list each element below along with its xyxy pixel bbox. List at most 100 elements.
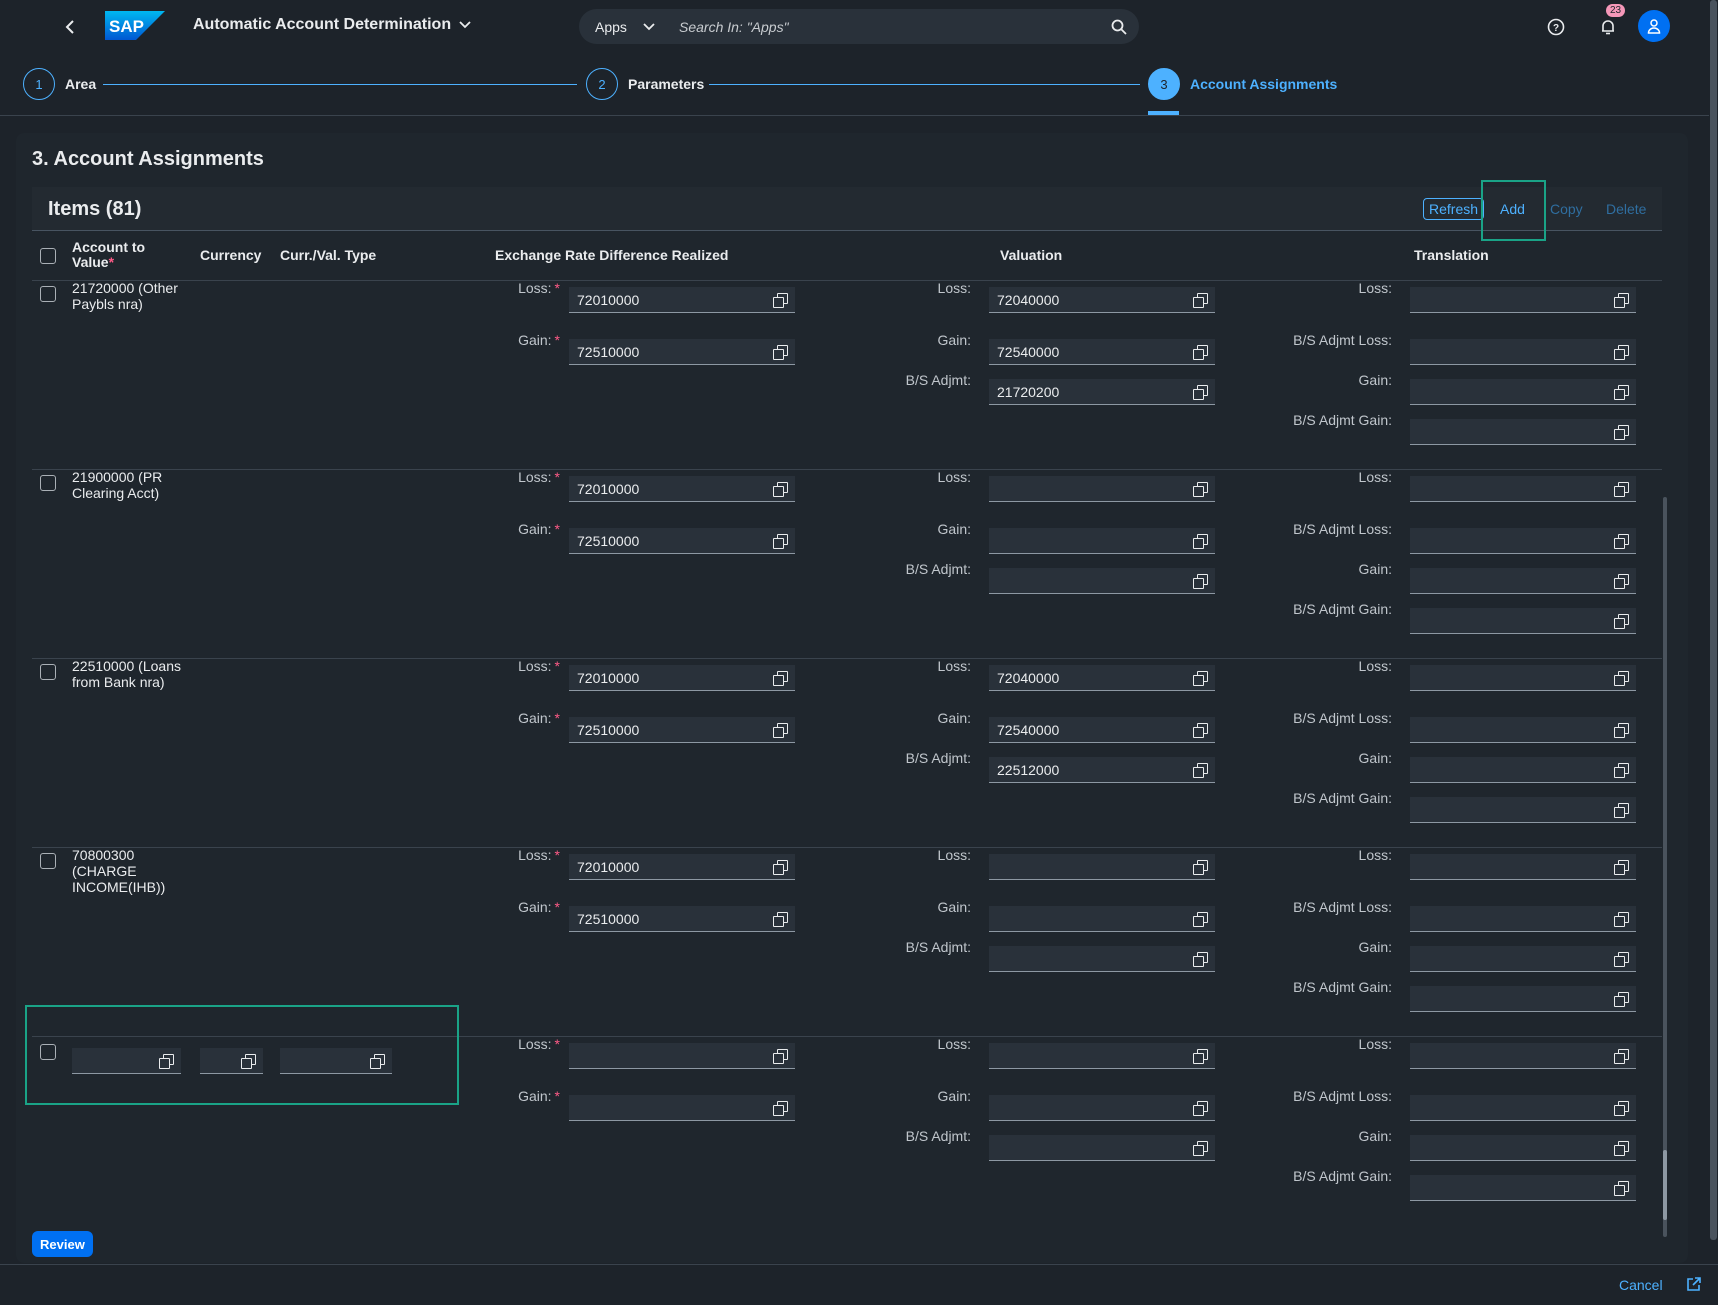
value-help-icon[interactable]	[1614, 1048, 1629, 1064]
erd-loss-input[interactable]: 72010000	[569, 665, 795, 691]
valuation-gain-input[interactable]: 72540000	[989, 717, 1215, 743]
translation-loss-input[interactable]	[1410, 287, 1636, 313]
value-help-icon[interactable]	[1614, 1100, 1629, 1116]
value-help-icon[interactable]	[1614, 670, 1629, 686]
page-scrollbar-thumb[interactable]	[1710, 0, 1717, 1240]
review-button[interactable]: Review	[32, 1231, 93, 1257]
search-input[interactable]: Search In: "Apps"	[679, 19, 1099, 35]
value-help-icon[interactable]	[1193, 762, 1208, 778]
valuation-loss-input[interactable]: 72040000	[989, 665, 1215, 691]
value-help-icon[interactable]	[1193, 1140, 1208, 1156]
erd-loss-input[interactable]	[569, 1043, 795, 1069]
value-help-icon[interactable]	[1193, 951, 1208, 967]
refresh-button[interactable]: Refresh	[1423, 198, 1485, 220]
value-help-icon[interactable]	[773, 481, 788, 497]
value-help-icon[interactable]	[773, 911, 788, 927]
translation-loss-input[interactable]	[1410, 1043, 1636, 1069]
column-header-translation[interactable]: Translation	[1414, 248, 1489, 263]
delete-button[interactable]: Delete	[1606, 198, 1646, 220]
search-button[interactable]	[1099, 19, 1139, 35]
value-help-icon[interactable]	[1193, 384, 1208, 400]
erd-gain-input[interactable]: 72510000	[569, 339, 795, 365]
value-help-icon[interactable]	[1614, 344, 1629, 360]
erd-gain-input[interactable]: 72510000	[569, 906, 795, 932]
wizard-step-area[interactable]: 1 Area	[23, 68, 96, 100]
translation-loss-input[interactable]	[1410, 665, 1636, 691]
value-help-icon[interactable]	[1614, 613, 1629, 629]
valuation-gain-input[interactable]	[989, 528, 1215, 554]
translation-gain-input[interactable]	[1410, 568, 1636, 594]
value-help-icon[interactable]	[773, 1100, 788, 1116]
value-help-icon[interactable]	[1614, 802, 1629, 818]
valuation-loss-input[interactable]	[989, 854, 1215, 880]
value-help-icon[interactable]	[773, 722, 788, 738]
row-checkbox[interactable]	[40, 853, 56, 869]
select-all-checkbox[interactable]	[40, 248, 56, 264]
value-help-icon[interactable]	[1614, 424, 1629, 440]
erd-loss-input[interactable]: 72010000	[569, 854, 795, 880]
help-button[interactable]: ?	[1543, 14, 1569, 40]
valuation-loss-input[interactable]	[989, 1043, 1215, 1069]
value-help-icon[interactable]	[773, 859, 788, 875]
value-help-icon[interactable]	[1614, 911, 1629, 927]
notifications-button[interactable]	[1595, 14, 1621, 40]
valuation-bs-adjmt-input[interactable]	[989, 946, 1215, 972]
value-help-icon[interactable]	[1193, 670, 1208, 686]
value-help-icon[interactable]	[773, 292, 788, 308]
value-help-icon[interactable]	[1614, 859, 1629, 875]
value-help-icon[interactable]	[1193, 344, 1208, 360]
valuation-bs-adjmt-input[interactable]	[989, 1135, 1215, 1161]
translation-bs-adjmt-gain-input[interactable]	[1410, 608, 1636, 634]
translation-bs-adjmt-loss-input[interactable]	[1410, 528, 1636, 554]
column-header-currency[interactable]: Currency	[200, 248, 261, 263]
value-help-icon[interactable]	[1193, 573, 1208, 589]
erd-gain-input[interactable]: 72510000	[569, 528, 795, 554]
value-help-icon[interactable]	[1193, 481, 1208, 497]
row-checkbox[interactable]	[40, 664, 56, 680]
valuation-loss-input[interactable]	[989, 476, 1215, 502]
wizard-step-parameters[interactable]: 2 Parameters	[586, 68, 704, 100]
back-button[interactable]	[58, 14, 84, 40]
value-help-icon[interactable]	[1614, 573, 1629, 589]
value-help-icon[interactable]	[1193, 722, 1208, 738]
column-header-erd[interactable]: Exchange Rate Difference Realized	[495, 248, 728, 263]
valuation-bs-adjmt-input[interactable]: 21720200	[989, 379, 1215, 405]
erd-gain-input[interactable]: 72510000	[569, 717, 795, 743]
translation-bs-adjmt-loss-input[interactable]	[1410, 339, 1636, 365]
value-help-icon[interactable]	[1193, 911, 1208, 927]
value-help-icon[interactable]	[1614, 1140, 1629, 1156]
valuation-gain-input[interactable]: 72540000	[989, 339, 1215, 365]
user-avatar[interactable]	[1638, 10, 1670, 42]
copy-button[interactable]: Copy	[1550, 198, 1583, 220]
value-help-icon[interactable]	[1614, 481, 1629, 497]
value-help-icon[interactable]	[773, 670, 788, 686]
value-help-icon[interactable]	[1614, 292, 1629, 308]
value-help-icon[interactable]	[1193, 292, 1208, 308]
value-help-icon[interactable]	[1614, 991, 1629, 1007]
erd-loss-input[interactable]: 72010000	[569, 287, 795, 313]
value-help-icon[interactable]	[1193, 859, 1208, 875]
open-external-button[interactable]	[1686, 1276, 1702, 1292]
translation-bs-adjmt-gain-input[interactable]	[1410, 419, 1636, 445]
value-help-icon[interactable]	[773, 344, 788, 360]
value-help-icon[interactable]	[1614, 722, 1629, 738]
erd-gain-input[interactable]	[569, 1095, 795, 1121]
translation-gain-input[interactable]	[1410, 757, 1636, 783]
value-help-icon[interactable]	[1614, 384, 1629, 400]
search-scope-select[interactable]: Apps	[579, 19, 677, 35]
table-scrollbar[interactable]	[1663, 497, 1667, 1237]
translation-gain-input[interactable]	[1410, 946, 1636, 972]
translation-bs-adjmt-loss-input[interactable]	[1410, 906, 1636, 932]
value-help-icon[interactable]	[1193, 533, 1208, 549]
column-header-valuation[interactable]: Valuation	[1000, 248, 1062, 263]
translation-bs-adjmt-gain-input[interactable]	[1410, 1175, 1636, 1201]
translation-gain-input[interactable]	[1410, 379, 1636, 405]
valuation-bs-adjmt-input[interactable]: 22512000	[989, 757, 1215, 783]
value-help-icon[interactable]	[1614, 1180, 1629, 1196]
translation-bs-adjmt-loss-input[interactable]	[1410, 1095, 1636, 1121]
translation-bs-adjmt-gain-input[interactable]	[1410, 986, 1636, 1012]
row-checkbox[interactable]	[40, 286, 56, 302]
valuation-gain-input[interactable]	[989, 1095, 1215, 1121]
app-title-menu[interactable]: Automatic Account Determination	[193, 16, 471, 34]
translation-loss-input[interactable]	[1410, 476, 1636, 502]
